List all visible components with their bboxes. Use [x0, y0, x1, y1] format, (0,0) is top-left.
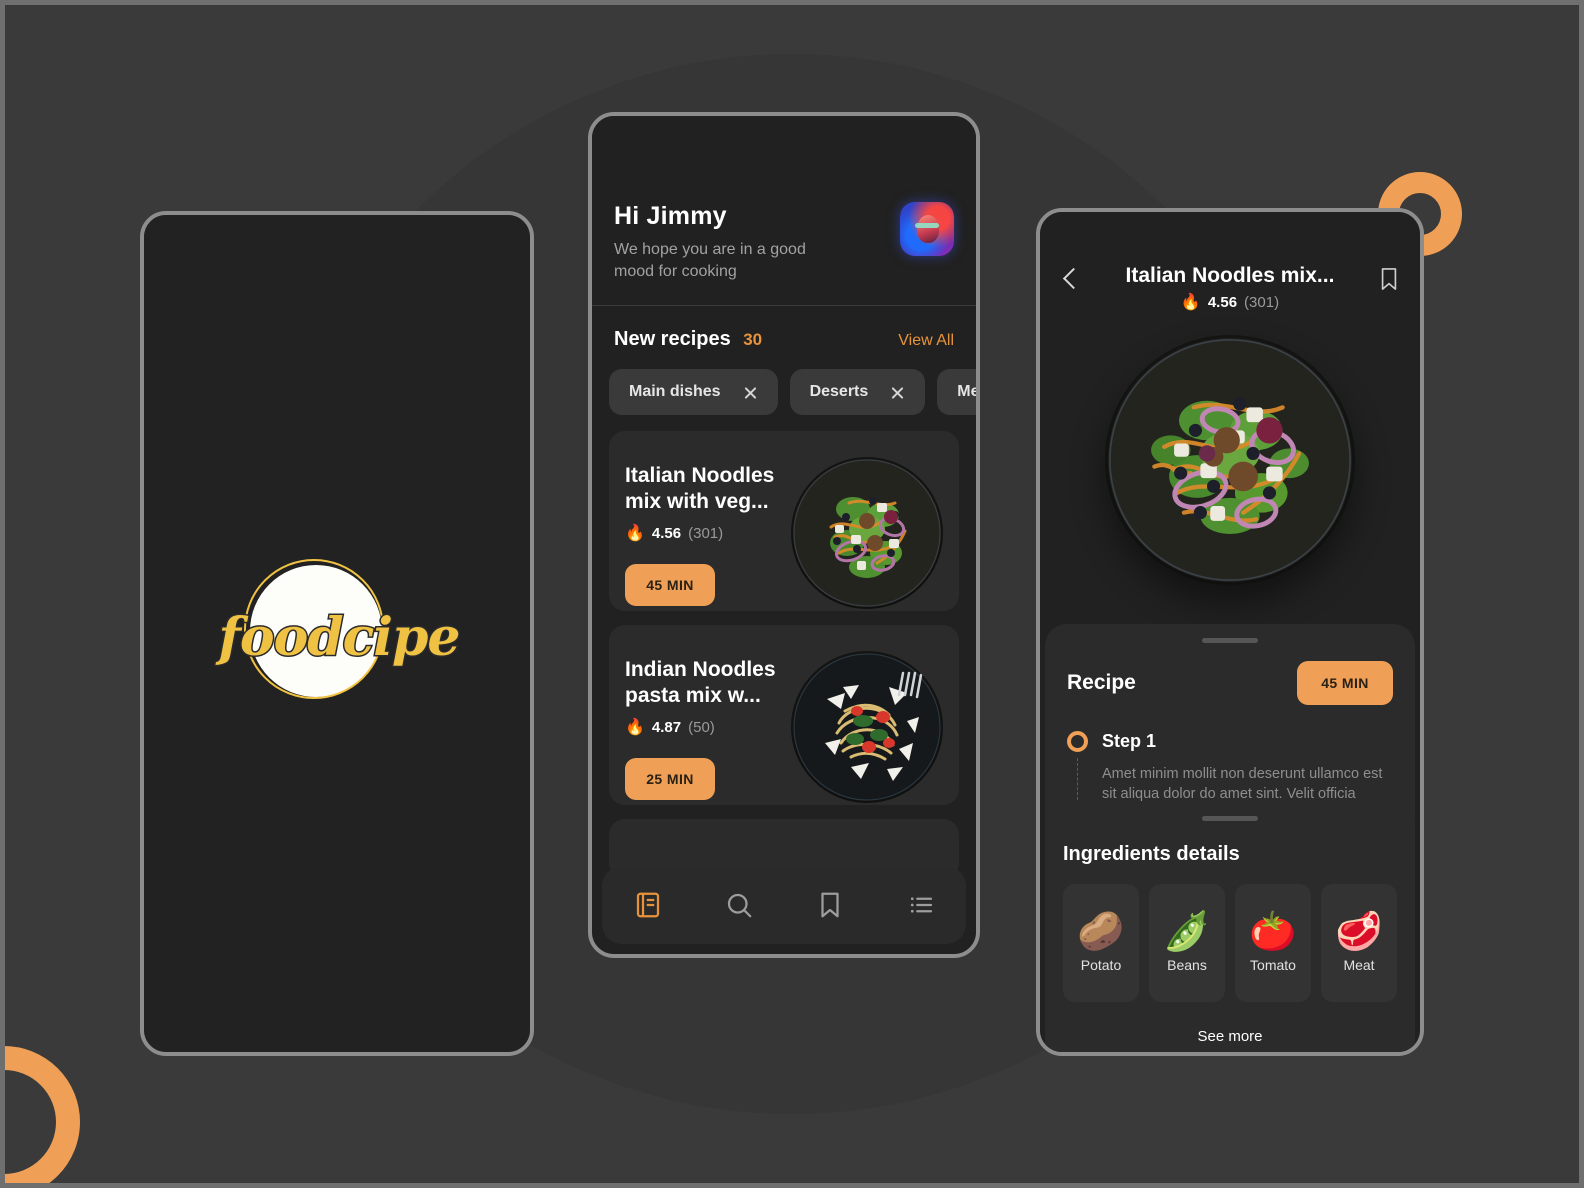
bookmark-icon[interactable] [815, 890, 845, 920]
chip-label: Deserts [809, 383, 869, 400]
see-more-label: See more [1197, 1028, 1263, 1045]
see-more-button[interactable]: See more [1063, 1028, 1397, 1052]
hero-image-salad [1105, 335, 1355, 585]
filter-chip-main-dishes[interactable]: Main dishes [609, 369, 778, 415]
ingredient-card-potato[interactable]: 🥔 Potato [1063, 884, 1139, 1002]
hero-image-wrap [1040, 311, 1420, 585]
phone-detail-screen: Italian Noodles mix... 🔥 4.56 (301) Reci… [1036, 208, 1424, 1056]
chip-label: Meat items [957, 383, 976, 400]
logo-wordmark: foodcipe [217, 606, 462, 670]
section-count: 30 [743, 330, 763, 349]
ingredients-sheet[interactable]: Ingredients details 🥔 Potato 🫛 Beans 🍅 T… [1045, 802, 1415, 1052]
rating-value: 4.56 [651, 525, 682, 542]
recipe-thumbnail-salad [791, 457, 943, 609]
greeting-name: Hi Jimmy [614, 202, 727, 230]
canvas: foodcipe Hi Jimmy We hope you are in a g… [0, 0, 1584, 1188]
list-icon[interactable] [906, 890, 936, 920]
ingredient-card-beans[interactable]: 🫛 Beans [1149, 884, 1225, 1002]
meat-icon: 🥩 [1335, 911, 1383, 953]
potato-icon: 🥔 [1077, 911, 1125, 953]
filter-chip-deserts[interactable]: Deserts [789, 369, 926, 415]
canvas-edge-top [0, 0, 1584, 5]
detail-title-group: Italian Noodles mix... 🔥 4.56 (301) [1082, 264, 1378, 311]
sheet-grabber[interactable] [1202, 638, 1258, 643]
decor-ring-bottom-left [0, 1046, 80, 1188]
beans-icon: 🫛 [1163, 911, 1211, 953]
ingredient-card-tomato[interactable]: 🍅 Tomato [1235, 884, 1311, 1002]
fire-icon: 🔥 [1180, 293, 1201, 311]
chevron-down-icon[interactable] [1221, 1051, 1239, 1052]
step-marker-icon [1067, 731, 1088, 752]
close-icon[interactable] [890, 385, 905, 400]
app-logo: foodcipe [217, 558, 462, 699]
detail-body: Italian Noodles mix... 🔥 4.56 (301) Reci… [1040, 212, 1420, 1052]
rating-value: 4.56 [1207, 294, 1238, 311]
home-body: Hi Jimmy We hope you are in a good mood … [592, 116, 976, 954]
phone-home-screen: Hi Jimmy We hope you are in a good mood … [588, 112, 980, 958]
view-all-link[interactable]: View All [898, 332, 954, 350]
recipe-card[interactable]: Indian Noodles pasta mix w... 🔥 4.87 (50… [609, 625, 959, 805]
search-icon[interactable] [724, 890, 754, 920]
ingredient-label: Potato [1080, 957, 1122, 973]
rating-value: 4.87 [651, 719, 682, 736]
splash-body: foodcipe [144, 215, 530, 1052]
recipe-sheet-header: Recipe 45 MIN [1067, 661, 1393, 705]
cook-time-badge[interactable]: 25 MIN [625, 758, 715, 800]
cook-time-badge[interactable]: 45 MIN [625, 564, 715, 606]
bookmark-icon[interactable] [1378, 266, 1400, 292]
ingredient-card-meat[interactable]: 🥩 Meat [1321, 884, 1397, 1002]
recipe-card[interactable]: Italian Noodles mix with veg... 🔥 4.56 (… [609, 431, 959, 611]
rating-count: (50) [688, 719, 715, 736]
canvas-edge-bottom [0, 1183, 1584, 1188]
canvas-edge-right [1579, 0, 1584, 1188]
rating-count: (301) [1244, 294, 1280, 311]
section-header-new-recipes: New recipes 30 View All [592, 306, 976, 351]
greeting-subtitle: We hope you are in a good mood for cooki… [614, 241, 806, 280]
filter-chip-meat-items[interactable]: Meat items [937, 369, 976, 415]
detail-header: Italian Noodles mix... 🔥 4.56 (301) [1040, 212, 1420, 311]
filter-chip-row[interactable]: Main dishes Deserts Meat items [592, 351, 976, 415]
recipe-title: Indian Noodles pasta mix w... [625, 658, 776, 707]
sheet-grabber[interactable] [1202, 816, 1258, 821]
greeting-text: Hi Jimmy We hope you are in a good mood … [614, 202, 824, 283]
phone-splash-screen: foodcipe [140, 211, 534, 1056]
fire-icon: 🔥 [625, 718, 645, 736]
recipe-title: Italian Noodles mix with veg... [625, 464, 775, 513]
section-title-group: New recipes 30 [614, 328, 762, 351]
ingredients-grid: 🥔 Potato 🫛 Beans 🍅 Tomato 🥩 Meat [1063, 884, 1397, 1002]
section-title: New recipes [614, 328, 731, 350]
book-icon[interactable] [633, 890, 663, 920]
close-icon[interactable] [743, 385, 758, 400]
detail-rating: 🔥 4.56 (301) [1082, 294, 1378, 311]
bottom-tab-bar[interactable] [602, 866, 966, 944]
rating-count: (301) [688, 525, 724, 542]
chip-label: Main dishes [629, 383, 721, 400]
recipe-thumbnail-pasta [791, 651, 943, 803]
canvas-edge-left [0, 0, 5, 1188]
ingredient-label: Meat [1343, 957, 1375, 973]
chevron-left-icon[interactable] [1060, 268, 1082, 290]
fire-icon: 🔥 [625, 524, 645, 542]
tomato-icon: 🍅 [1249, 911, 1297, 953]
cook-time-badge[interactable]: 45 MIN [1297, 661, 1393, 705]
ingredient-label: Tomato [1250, 957, 1296, 973]
ingredients-title: Ingredients details [1063, 843, 1240, 865]
ingredient-label: Beans [1167, 957, 1207, 973]
greeting-section: Hi Jimmy We hope you are in a good mood … [592, 116, 976, 305]
step-title: Step 1 [1102, 731, 1157, 751]
recipe-title: Recipe [1067, 671, 1136, 694]
page-title: Italian Noodles mix... [1125, 264, 1335, 287]
avatar[interactable] [900, 202, 954, 256]
